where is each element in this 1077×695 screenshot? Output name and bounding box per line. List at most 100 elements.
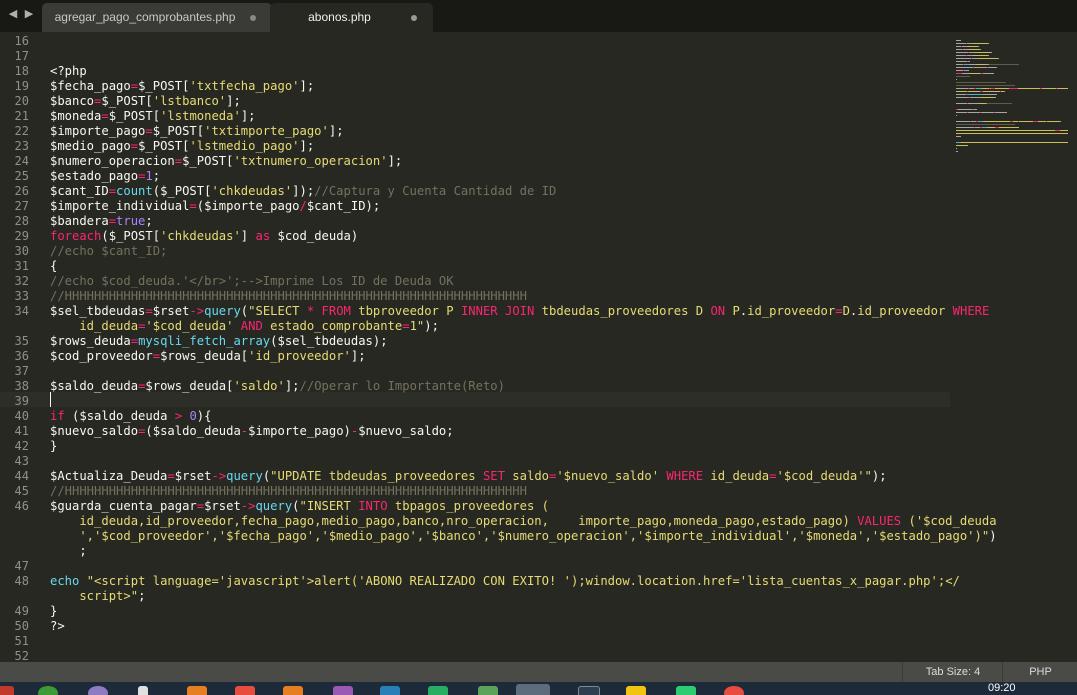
app-icon[interactable] xyxy=(724,686,744,695)
app-icon[interactable] xyxy=(235,686,255,695)
forward-arrow-icon[interactable]: ▶ xyxy=(22,7,36,21)
app-icon[interactable] xyxy=(0,686,14,695)
code-token: $rset xyxy=(204,499,241,513)
tab-agregar-pago[interactable]: agregar_pago_comprobantes.php xyxy=(42,3,272,32)
code-line[interactable]: ; xyxy=(50,544,86,559)
code-token: 1 xyxy=(145,169,153,183)
code-line[interactable]: $rows_deuda=mysqli_fetch_array($sel_tbde… xyxy=(50,334,388,349)
code-line[interactable]: id_deuda,id_proveedor,fecha_pago,medio_p… xyxy=(50,514,996,529)
minimap[interactable] xyxy=(952,32,1077,662)
code-line[interactable]: $banco=$_POST['lstbanco']; xyxy=(50,94,241,109)
minimap-stroke xyxy=(969,49,979,50)
code-line[interactable]: if ($saldo_deuda > 0){ xyxy=(50,409,211,424)
code-token: id_deuda xyxy=(50,319,139,333)
code-line[interactable]: //HHHHHHHHHHHHHHHHHHHHHHHHHHHHHHHHHHHHHH… xyxy=(50,289,527,304)
app-icon[interactable] xyxy=(578,686,600,695)
code-token: "UPDATE tbdeudas_proveedores xyxy=(270,469,483,483)
code-line[interactable]: { xyxy=(50,259,57,274)
app-icon[interactable] xyxy=(138,686,148,695)
code-line[interactable]: <?php xyxy=(50,64,87,79)
code-line[interactable]: //echo $cod_deuda.'</br>';-->Imprime Los… xyxy=(50,274,454,289)
code-token: 'id_proveedor' xyxy=(248,349,351,363)
line-number: 17 xyxy=(14,49,29,63)
code-token: $_POST[ xyxy=(138,139,190,153)
close-dot-icon[interactable] xyxy=(411,15,417,21)
app-icon[interactable] xyxy=(380,686,400,695)
app-icon[interactable] xyxy=(187,686,207,695)
code-token: ; xyxy=(138,589,146,603)
code-line[interactable]: $medio_pago=$_POST['lstmedio_pago']; xyxy=(50,139,314,154)
app-icon[interactable] xyxy=(333,686,353,695)
code-line[interactable]: $moneda=$_POST['lstmoneda']; xyxy=(50,109,256,124)
code-line[interactable]: } xyxy=(50,604,57,619)
line-number: 47 xyxy=(14,559,29,573)
code-line[interactable]: $bandera=true; xyxy=(50,214,153,229)
app-icon[interactable] xyxy=(478,686,498,695)
code-token: $medio_pago xyxy=(50,139,131,153)
code-token: $cod_deuda) xyxy=(270,229,359,243)
line-number: 42 xyxy=(14,439,29,453)
code-line[interactable]: ','$cod_proveedor','$fecha_pago','$medio… xyxy=(50,529,996,544)
code-token: tbpagos_proveedores ( xyxy=(387,499,549,513)
code-editor[interactable]: <?php $fecha_pago=$_POST['txtfecha_pago']… xyxy=(50,32,997,662)
code-token: $moneda xyxy=(50,109,102,123)
code-line[interactable]: $Actualiza_Deuda=$rset->query("UPDATE tb… xyxy=(50,469,887,484)
code-token: FROM xyxy=(321,304,351,318)
code-line[interactable]: $guarda_cuenta_pagar=$rset->query("INSER… xyxy=(50,499,549,514)
minimap-stroke xyxy=(973,55,987,56)
line-number: 18 xyxy=(14,64,29,78)
code-token: //Operar lo Importante(Reto) xyxy=(299,379,505,393)
code-line[interactable]: $cant_ID=count($_POST['chkdeudas']);//Ca… xyxy=(50,184,556,199)
tab-abonos[interactable]: abonos.php xyxy=(270,3,433,32)
app-icon[interactable] xyxy=(38,686,58,695)
code-token: ($sel_tbdeudas); xyxy=(270,334,388,348)
minimap-stroke xyxy=(956,115,957,116)
syntax-selector[interactable]: PHP xyxy=(1002,662,1077,682)
code-line[interactable]: //HHHHHHHHHHHHHHHHHHHHHHHHHHHHHHHHHHHHHH… xyxy=(50,484,527,499)
code-token: } xyxy=(50,604,58,618)
code-token: $cant_ID xyxy=(50,184,109,198)
code-token: ){ xyxy=(196,409,212,423)
code-line[interactable]: ?> xyxy=(50,619,65,634)
code-token: $numero_operacion xyxy=(50,154,175,168)
code-token: 0 xyxy=(189,409,197,423)
code-token: ]; xyxy=(328,124,344,138)
app-icon[interactable] xyxy=(676,686,696,695)
minimap-stroke xyxy=(956,76,970,77)
code-line[interactable]: $sel_tbdeudas=$rset->query("SELECT * FRO… xyxy=(50,304,989,319)
minimap-stroke xyxy=(968,91,980,92)
line-number: 30 xyxy=(14,244,29,258)
code-token: $sel_tbdeudas xyxy=(50,304,146,318)
minimap-stroke xyxy=(994,97,996,98)
code-line[interactable]: script>"; xyxy=(50,589,145,604)
code-line[interactable]: $cod_proveedor=$rows_deuda['id_proveedor… xyxy=(50,349,366,364)
code-line[interactable]: $fecha_pago=$_POST['txtfecha_pago']; xyxy=(50,79,314,94)
code-line[interactable]: foreach($_POST['chkdeudas'] as $cod_deud… xyxy=(50,229,358,244)
minimap-stroke xyxy=(983,91,1000,92)
code-line[interactable]: $numero_operacion=$_POST['txtnumero_oper… xyxy=(50,154,402,169)
app-icon[interactable] xyxy=(283,686,303,695)
code-token: = xyxy=(130,334,139,348)
code-token: //Captura y Cuenta Cantidad de ID xyxy=(314,184,557,198)
code-line[interactable]: //echo $cant_ID; xyxy=(50,244,167,259)
code-token: '$cod_deuda'" xyxy=(776,469,872,483)
code-line[interactable]: $importe_individual=($importe_pago/$cant… xyxy=(50,199,380,214)
sublime-app-icon[interactable] xyxy=(516,684,550,695)
minimap-stroke xyxy=(956,133,1068,134)
folder-icon[interactable] xyxy=(626,686,646,695)
code-line[interactable]: $saldo_deuda=$rows_deuda['saldo'];//Oper… xyxy=(50,379,505,394)
code-line[interactable]: id_deuda = '$cod_deuda' AND estado_comprob… xyxy=(50,319,439,334)
code-line[interactable]: echo "<script language='javascript'>aler… xyxy=(50,574,960,589)
back-arrow-icon[interactable]: ◀ xyxy=(6,7,20,21)
code-line[interactable]: $nuevo_saldo=($saldo_deuda-$importe_pago… xyxy=(50,424,454,439)
code-line[interactable]: $estado_pago=1; xyxy=(50,169,160,184)
close-dot-icon[interactable] xyxy=(250,15,256,21)
code-token: ON xyxy=(710,304,726,318)
app-icon[interactable] xyxy=(88,686,108,695)
code-line[interactable]: } xyxy=(50,439,57,454)
tab-size-selector[interactable]: Tab Size: 4 xyxy=(902,662,1003,682)
app-icon[interactable] xyxy=(428,686,448,695)
code-line[interactable]: $importe_pago=$_POST['txtimporte_pago']; xyxy=(50,124,344,139)
code-token: $importe_pago xyxy=(50,124,146,138)
code-token: ]; xyxy=(284,379,300,393)
